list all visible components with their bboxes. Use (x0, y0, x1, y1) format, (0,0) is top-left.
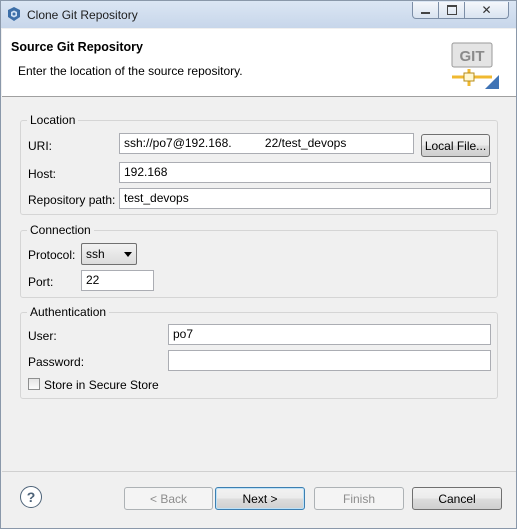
maximize-button[interactable] (439, 2, 465, 19)
protocol-select[interactable]: ssh (81, 243, 137, 265)
user-label: User: (28, 329, 57, 343)
host-field[interactable]: 192.168 (119, 162, 491, 183)
host-label: Host: (28, 167, 57, 181)
close-icon: ✕ (481, 3, 492, 17)
password-label: Password: (28, 355, 85, 369)
port-field[interactable]: 22 (81, 270, 154, 291)
title-bar[interactable]: Clone Git Repository ✕ (1, 1, 516, 28)
port-label: Port: (28, 275, 54, 289)
minimize-button[interactable] (412, 2, 439, 19)
repository-path-field[interactable]: test_devops (119, 188, 491, 209)
authentication-group-title: Authentication (27, 305, 110, 319)
location-group-title: Location (27, 113, 79, 127)
window-controls: ✕ (412, 2, 509, 19)
page-title: Source Git Repository (11, 40, 143, 54)
store-in-secure-store-label[interactable]: Store in Secure Store (44, 378, 159, 392)
help-icon[interactable]: ? (20, 486, 42, 508)
cancel-button[interactable]: Cancel (412, 487, 502, 510)
uri-field[interactable]: ssh://po7@192.168. 22/test_devops (119, 133, 414, 154)
uri-label: URI: (28, 139, 52, 153)
git-logo-icon: GIT (451, 42, 499, 89)
store-in-secure-store-checkbox[interactable] (28, 378, 40, 390)
password-field[interactable] (168, 350, 491, 371)
close-button[interactable]: ✕ (465, 2, 509, 19)
minimize-icon (421, 12, 430, 14)
git-logo-text: GIT (460, 48, 485, 65)
user-field[interactable]: po7 (168, 324, 491, 345)
connection-group-title: Connection (27, 223, 94, 237)
footer-separator (2, 471, 516, 472)
eclipse-app-icon (8, 7, 20, 21)
page-description: Enter the location of the source reposit… (18, 64, 243, 78)
finish-button[interactable]: Finish (314, 487, 404, 510)
back-button[interactable]: < Back (124, 487, 213, 510)
maximize-icon (446, 5, 457, 15)
chevron-down-icon (124, 252, 132, 257)
protocol-label: Protocol: (28, 248, 76, 262)
next-button[interactable]: Next > (215, 487, 305, 510)
repository-path-label: Repository path: (28, 193, 116, 207)
local-file-button[interactable]: Local File... (421, 134, 490, 157)
wizard-banner: Source Git Repository Enter the location… (2, 29, 516, 97)
clone-git-repository-dialog: Clone Git Repository ✕ Source Git Reposi… (0, 0, 517, 529)
window-title: Clone Git Repository (27, 8, 138, 22)
protocol-value: ssh (86, 247, 105, 261)
